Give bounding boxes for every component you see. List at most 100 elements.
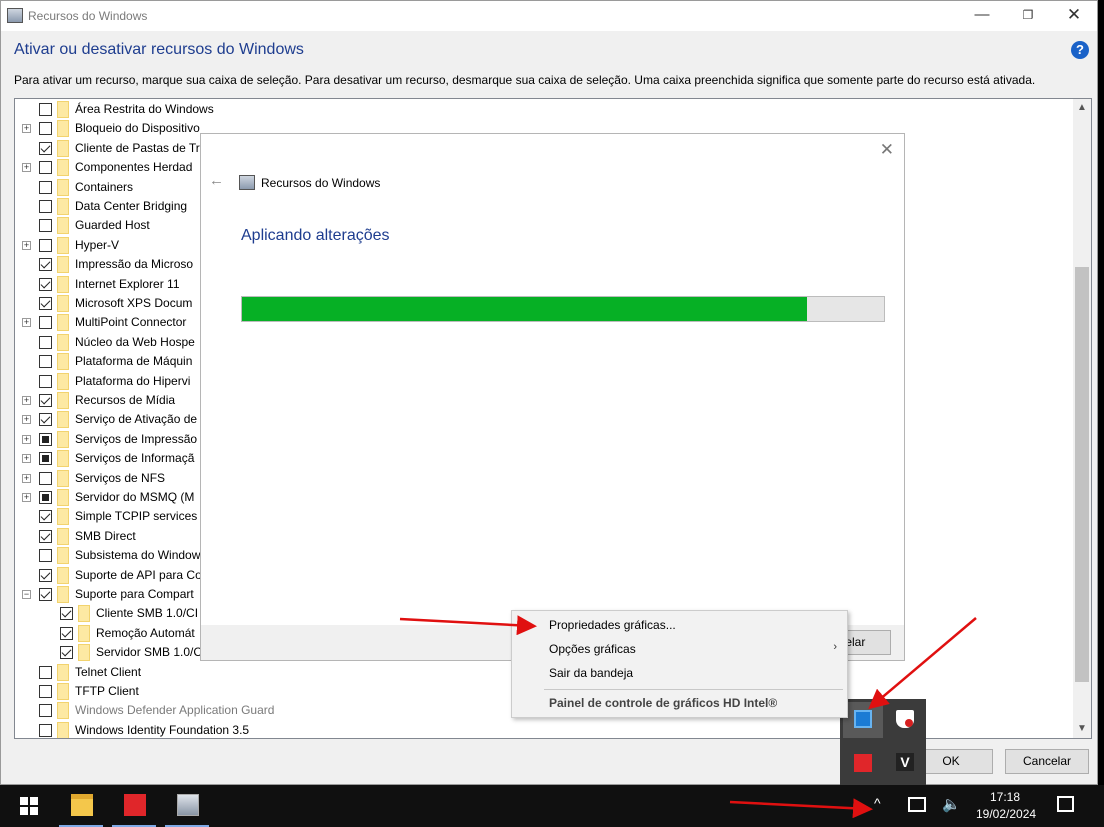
feature-checkbox[interactable] <box>39 471 52 485</box>
feature-checkbox[interactable] <box>39 685 52 698</box>
feature-label: Cliente SMB 1.0/CI <box>96 606 199 621</box>
start-button[interactable] <box>8 785 52 827</box>
expand-icon[interactable]: + <box>22 163 31 173</box>
scroll-thumb[interactable] <box>1075 267 1089 682</box>
folder-icon <box>57 198 69 215</box>
minimize-button[interactable]: — <box>959 1 1005 31</box>
feature-checkbox[interactable] <box>39 394 52 407</box>
feature-checkbox[interactable] <box>39 103 52 116</box>
folder-icon <box>57 275 69 293</box>
feature-checkbox[interactable] <box>39 568 52 582</box>
network-icon[interactable] <box>908 797 926 812</box>
feature-checkbox[interactable] <box>39 723 52 737</box>
expand-icon[interactable]: + <box>22 493 31 502</box>
taskbar-anydesk[interactable] <box>112 785 156 827</box>
folder-icon <box>57 139 69 157</box>
feature-label: Containers <box>75 179 134 194</box>
expand-icon[interactable]: + <box>22 396 31 405</box>
expand-icon[interactable]: + <box>22 473 31 483</box>
folder-icon <box>57 586 69 603</box>
folder-icon <box>57 295 69 312</box>
expand-icon[interactable]: + <box>22 124 31 134</box>
feature-checkbox[interactable] <box>39 704 52 718</box>
taskbar-file-explorer[interactable] <box>59 785 103 827</box>
scroll-down-icon[interactable]: ▼ <box>1073 720 1091 738</box>
folder-icon <box>57 566 69 584</box>
close-button[interactable]: ✕ <box>1051 1 1097 31</box>
feature-label: Telnet Client <box>75 664 142 679</box>
feature-checkbox[interactable] <box>60 607 73 621</box>
taskbar-windows-features[interactable] <box>165 785 209 827</box>
clock-date[interactable]: 19/02/2024 <box>976 807 1036 821</box>
cancel-button[interactable]: Cancelar <box>1005 749 1089 774</box>
feature-checkbox[interactable] <box>39 413 52 427</box>
feature-checkbox[interactable] <box>39 122 52 136</box>
restore-button[interactable]: ❐ <box>1005 1 1051 31</box>
dialog-close-icon[interactable]: ✕ <box>880 140 894 160</box>
menu-item-intel-control-panel[interactable]: Painel de controle de gráficos HD Intel® <box>549 696 777 710</box>
feature-checkbox[interactable] <box>39 452 52 466</box>
folder-icon <box>57 450 69 468</box>
folder-icon <box>57 314 69 332</box>
feature-checkbox[interactable] <box>39 355 52 369</box>
folder-icon <box>57 333 69 351</box>
feature-checkbox[interactable] <box>60 646 73 660</box>
expand-icon[interactable]: + <box>22 454 31 464</box>
intel-graphics-icon[interactable] <box>854 710 872 728</box>
anydesk-icon[interactable] <box>854 754 872 772</box>
feature-label: Windows Defender Application Guard <box>75 703 275 718</box>
vertical-scrollbar[interactable]: ▲ ▼ <box>1073 99 1091 738</box>
page-title: Ativar ou desativar recursos do Windows <box>14 41 304 58</box>
feature-checkbox[interactable] <box>39 335 52 349</box>
taskbar: ^ 🔈 17:18 19/02/2024 <box>0 785 1104 827</box>
menu-item-exit-tray[interactable]: Sair da bandeja <box>549 666 633 680</box>
scroll-up-icon[interactable]: ▲ <box>1073 99 1091 117</box>
veracrypt-icon[interactable]: V <box>896 753 914 771</box>
feature-checkbox[interactable] <box>39 549 52 563</box>
feature-checkbox[interactable] <box>39 665 52 679</box>
feature-checkbox[interactable] <box>39 529 52 543</box>
menu-item-graphics-options[interactable]: Opções gráficas <box>549 642 636 656</box>
feature-label: Hyper-V <box>75 237 120 252</box>
feature-checkbox[interactable] <box>39 297 52 310</box>
feature-checkbox[interactable] <box>39 238 52 252</box>
feature-checkbox[interactable] <box>39 316 52 330</box>
show-hidden-icons-chevron-icon[interactable]: ^ <box>874 795 881 811</box>
title-bar[interactable]: Recursos do Windows — ❐ ✕ <box>1 1 1097 31</box>
feature-checkbox[interactable] <box>39 588 52 601</box>
back-arrow-icon[interactable]: ← <box>209 172 224 189</box>
feature-label: Plataforma de Máquin <box>75 354 193 369</box>
feature-checkbox[interactable] <box>39 491 52 504</box>
feature-checkbox[interactable] <box>39 277 52 291</box>
feature-checkbox[interactable] <box>39 200 52 213</box>
folder-icon <box>57 217 69 235</box>
volume-icon[interactable]: 🔈 <box>942 795 961 813</box>
windows-features-icon <box>177 794 199 816</box>
notification-center-icon[interactable] <box>1057 796 1074 812</box>
feature-checkbox[interactable] <box>39 161 52 175</box>
feature-checkbox[interactable] <box>39 141 52 155</box>
folder-icon <box>57 683 69 700</box>
expand-icon[interactable]: + <box>22 240 31 250</box>
feature-checkbox[interactable] <box>39 432 52 446</box>
feature-checkbox[interactable] <box>39 219 52 233</box>
feature-checkbox[interactable] <box>39 510 52 524</box>
clock-time[interactable]: 17:18 <box>990 790 1020 804</box>
expand-icon[interactable]: + <box>22 434 31 444</box>
submenu-chevron-icon: › <box>833 641 837 653</box>
feature-checkbox[interactable] <box>39 180 52 194</box>
expand-icon[interactable]: + <box>22 415 31 425</box>
feature-checkbox[interactable] <box>39 258 52 272</box>
menu-item-graphics-properties[interactable]: Propriedades gráficas... <box>549 618 676 632</box>
expand-icon[interactable]: + <box>22 318 31 328</box>
folder-icon <box>57 663 69 681</box>
feature-checkbox[interactable] <box>39 374 52 388</box>
collapse-icon[interactable]: − <box>22 590 31 599</box>
feature-label: Suporte para Compart <box>75 587 194 601</box>
feature-label: Suporte de API para Co <box>75 567 202 582</box>
security-shield-icon[interactable] <box>896 710 914 728</box>
feature-checkbox[interactable] <box>60 626 73 640</box>
feature-label: MultiPoint Connector <box>75 315 187 330</box>
applying-changes-dialog: ✕ ← Recursos do Windows Aplicando altera… <box>200 133 905 661</box>
help-icon[interactable]: ? <box>1071 41 1089 59</box>
